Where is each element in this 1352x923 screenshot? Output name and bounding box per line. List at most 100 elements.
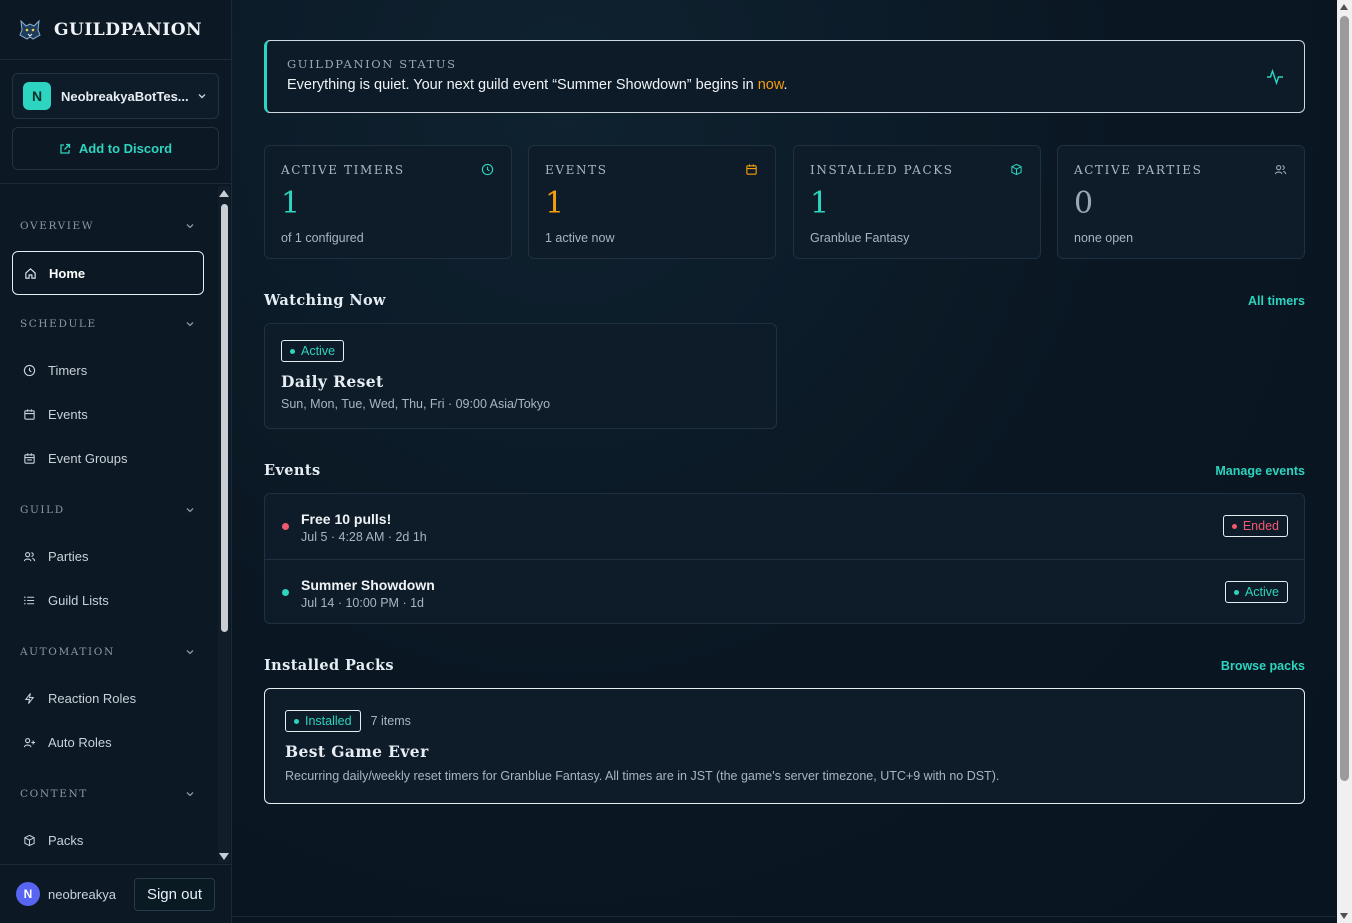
scroll-up-icon[interactable]: [219, 190, 229, 197]
stat-label: ACTIVE PARTIES: [1074, 163, 1203, 177]
scroll-down-icon[interactable]: [1340, 913, 1348, 919]
stat-value: 1: [810, 186, 830, 221]
manage-events-link[interactable]: Manage events: [1215, 464, 1305, 478]
sidebar-item-guild-lists[interactable]: Guild Lists: [12, 578, 204, 622]
section-guild[interactable]: GUILD: [20, 502, 196, 518]
stat-sub: Granblue Fantasy: [810, 231, 910, 245]
sidebar-scrollbar[interactable]: [218, 186, 230, 863]
section-title: CONTENT: [20, 788, 88, 800]
scroll-thumb[interactable]: [221, 204, 228, 632]
stat-card-events: EVENTS 1 1 active now: [528, 145, 776, 259]
sidebar-item-events[interactable]: Events: [12, 392, 204, 436]
users-icon: [1274, 165, 1287, 175]
scroll-thumb[interactable]: [1340, 16, 1349, 781]
event-meta: Jul 14 · 10:00 PM · 1d: [301, 596, 424, 610]
page-scrollbar[interactable]: [1337, 0, 1352, 923]
box-icon: [24, 834, 35, 846]
stat-value: 1: [545, 186, 565, 221]
pack-title: Best Game Ever: [285, 742, 429, 761]
chevron-down-icon: [186, 322, 194, 327]
badge-label: Ended: [1242, 519, 1279, 533]
stat-value: 0: [1074, 186, 1094, 221]
clock-icon: [23, 364, 36, 376]
scroll-up-icon[interactable]: [1340, 4, 1348, 10]
sidebar-item-parties[interactable]: Parties: [12, 534, 204, 578]
sidebar-item-reaction-roles[interactable]: Reaction Roles: [12, 676, 204, 720]
sidebar-item-label: Events: [48, 406, 88, 422]
chevron-down-icon: [186, 508, 194, 513]
add-to-discord-button[interactable]: Add to Discord: [12, 127, 219, 170]
chevron-down-icon: [198, 94, 206, 99]
chevron-down-icon: [186, 792, 194, 797]
scroll-down-icon[interactable]: [219, 853, 229, 860]
app-name: GUILDPANION: [54, 19, 203, 40]
home-icon: [25, 267, 36, 279]
badge-label: Active: [301, 344, 336, 358]
events-header: Events Manage events: [264, 462, 1305, 479]
section-overview[interactable]: OVERVIEW: [20, 218, 196, 234]
user-name: neobreakya: [48, 886, 116, 902]
status-badge: Active: [1224, 581, 1288, 603]
sidebar-item-label: Auto Roles: [48, 734, 112, 750]
chevron-down-icon: [186, 224, 194, 229]
event-name: Summer Showdown: [301, 577, 435, 593]
add-to-discord-label: Add to Discord: [78, 141, 173, 156]
section-title: GUILD: [20, 504, 65, 516]
sidebar-item-packs[interactable]: Packs: [12, 818, 204, 862]
stat-label: EVENTS: [545, 163, 608, 177]
bolt-icon: [24, 692, 35, 704]
event-status-dot: [282, 523, 289, 530]
section-title: OVERVIEW: [20, 220, 95, 232]
user-plus-icon: [23, 737, 36, 747]
sidebar-item-event-groups[interactable]: Event Groups: [12, 436, 204, 480]
status-badge: Active: [281, 340, 345, 362]
stat-sub: 1 active now: [545, 231, 615, 245]
all-timers-link[interactable]: All timers: [1248, 294, 1305, 308]
status-title: GUILDPANION STATUS: [287, 57, 457, 71]
server-name: NeobreakyaBotTes...: [61, 88, 189, 104]
calendar-group-icon: [24, 452, 35, 464]
section-content[interactable]: CONTENT: [20, 786, 196, 802]
sidebar-item-label: Packs: [48, 832, 84, 848]
external-link-icon: [60, 143, 71, 154]
section-automation[interactable]: AUTOMATION: [20, 644, 196, 660]
calendar-icon: [24, 408, 35, 420]
user-bar: N neobreakya Sign out: [0, 864, 232, 923]
sidebar-item-label: Home: [49, 265, 86, 281]
pack-item-count: 7 items: [370, 714, 411, 728]
pack-card-best-game-ever[interactable]: Installed 7 items Best Game Ever Recurri…: [264, 688, 1305, 804]
sidebar: GUILDPANION N NeobreakyaBotTes... Add to…: [0, 0, 232, 923]
sign-out-button[interactable]: Sign out: [134, 877, 215, 911]
browse-packs-link[interactable]: Browse packs: [1221, 659, 1305, 673]
badge-label: Installed: [305, 714, 352, 728]
sidebar-item-timers[interactable]: Timers: [12, 348, 204, 392]
clock-icon: [481, 163, 494, 176]
sidebar-item-home[interactable]: Home: [12, 251, 204, 295]
brand[interactable]: GUILDPANION: [0, 0, 231, 60]
event-row-free-10-pulls[interactable]: Free 10 pulls! Jul 5 · 4:28 AM · 2d 1h E…: [265, 494, 1304, 559]
status-badge: Installed: [285, 710, 361, 732]
wolf-logo-icon: [19, 19, 41, 40]
stat-value: 1: [281, 186, 301, 221]
section-title: AUTOMATION: [20, 646, 115, 658]
timer-card-daily-reset[interactable]: Active Daily Reset Sun, Mon, Tue, Wed, T…: [264, 323, 777, 429]
sidebar-item-label: Guild Lists: [48, 592, 109, 608]
section-schedule[interactable]: SCHEDULE: [20, 316, 196, 332]
badge-label: Active: [1244, 585, 1279, 599]
status-dot: [290, 348, 295, 354]
event-status-dot: [282, 589, 289, 596]
server-avatar: N: [23, 82, 51, 110]
box-icon: [1011, 163, 1022, 176]
events-list: Free 10 pulls! Jul 5 · 4:28 AM · 2d 1h E…: [264, 493, 1305, 624]
event-row-summer-showdown[interactable]: Summer Showdown Jul 14 · 10:00 PM · 1d A…: [265, 559, 1304, 624]
server-selector[interactable]: N NeobreakyaBotTes...: [12, 73, 219, 119]
stat-card-installed-packs: INSTALLED PACKS 1 Granblue Fantasy: [793, 145, 1041, 259]
pack-description: Recurring daily/weekly reset timers for …: [285, 769, 1000, 783]
status-text: Everything is quiet. Your next guild eve…: [287, 77, 1284, 93]
sidebar-item-auto-roles[interactable]: Auto Roles: [12, 720, 204, 764]
section-title: SCHEDULE: [20, 318, 97, 330]
timer-title: Daily Reset: [281, 372, 384, 391]
event-name: Free 10 pulls!: [301, 511, 392, 527]
stat-sub: of 1 configured: [281, 231, 364, 245]
timer-schedule: Sun, Mon, Tue, Wed, Thu, Fri · 09:00 Asi…: [281, 397, 551, 411]
